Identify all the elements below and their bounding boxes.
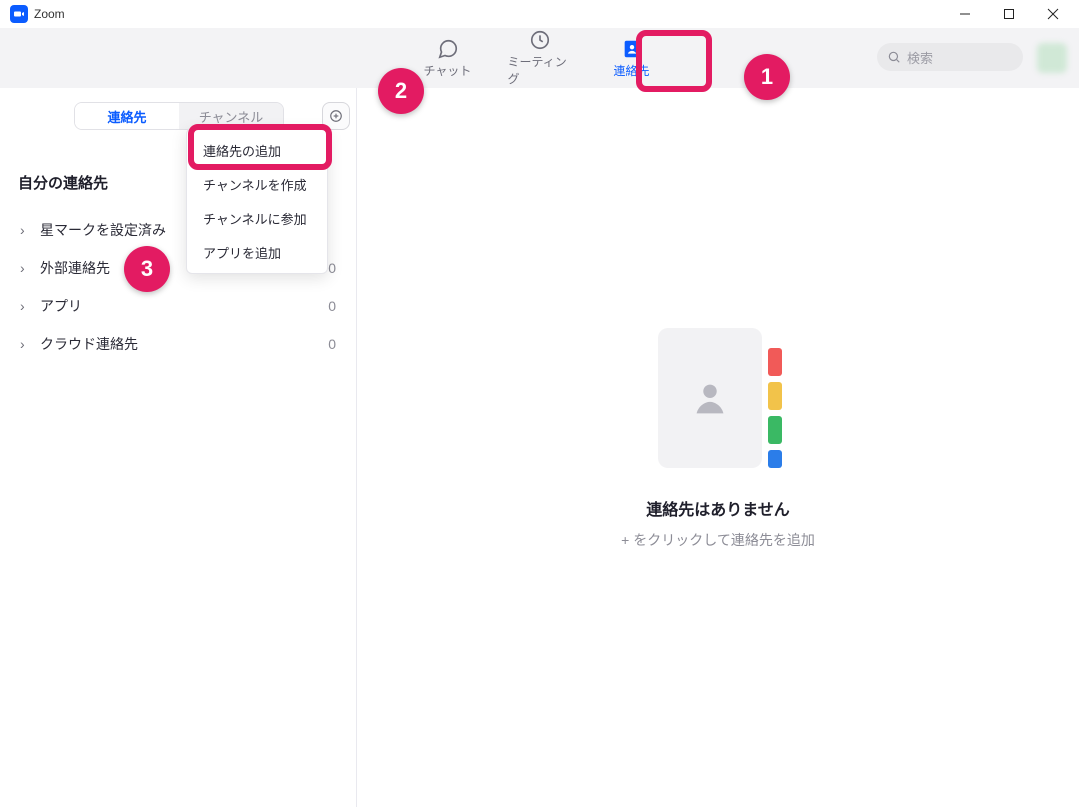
search-input[interactable]: 検索 bbox=[877, 43, 1023, 71]
nav-meetings-label: ミーティング bbox=[508, 53, 572, 87]
contacts-sidebar: 連絡先 チャンネル 連絡先の追加 チャンネルを作成 チャンネルに参加 アプリを追… bbox=[0, 88, 357, 807]
contacts-subtabs: 連絡先 チャンネル bbox=[74, 102, 284, 130]
profile-avatar[interactable] bbox=[1037, 43, 1067, 73]
subtab-channels[interactable]: チャンネル bbox=[179, 103, 283, 129]
search-icon bbox=[887, 50, 901, 64]
category-count: 0 bbox=[328, 260, 336, 276]
search-placeholder: 検索 bbox=[907, 48, 933, 67]
nav-contacts-label: 連絡先 bbox=[613, 62, 649, 79]
annotation-step-3: 3 bbox=[124, 246, 170, 292]
chevron-right-icon: › bbox=[20, 260, 28, 276]
nav-contacts[interactable]: 連絡先 bbox=[600, 38, 664, 79]
color-tab-green bbox=[768, 416, 782, 444]
zoom-app-icon bbox=[10, 5, 28, 23]
category-label: アプリ bbox=[40, 296, 328, 316]
menu-item-add-contact[interactable]: 連絡先の追加 bbox=[187, 133, 327, 167]
top-nav-bar: チャット ミーティング 連絡先 検索 bbox=[0, 28, 1079, 88]
color-tab-yellow bbox=[768, 382, 782, 410]
window-close-button[interactable] bbox=[1031, 0, 1075, 28]
menu-item-join-channel[interactable]: チャンネルに参加 bbox=[187, 201, 327, 235]
window-minimize-button[interactable] bbox=[943, 0, 987, 28]
nav-chat-label: チャット bbox=[424, 62, 472, 79]
plus-icon bbox=[329, 109, 343, 123]
add-dropdown-menu: 連絡先の追加 チャンネルを作成 チャンネルに参加 アプリを追加 bbox=[186, 128, 328, 274]
contact-card-icon bbox=[658, 328, 762, 468]
color-tab-blue bbox=[768, 450, 782, 468]
main-panel: 連絡先はありません + をクリックして連絡先を追加 bbox=[357, 88, 1079, 807]
annotation-step-2: 2 bbox=[378, 68, 424, 114]
category-count: 0 bbox=[328, 298, 336, 314]
title-bar: Zoom bbox=[0, 0, 1079, 28]
annotation-step-1: 1 bbox=[744, 54, 790, 100]
nav-meetings[interactable]: ミーティング bbox=[508, 29, 572, 87]
empty-state-illustration bbox=[658, 328, 778, 468]
window-title: Zoom bbox=[34, 7, 65, 21]
empty-state-title: 連絡先はありません bbox=[646, 496, 790, 520]
chevron-right-icon: › bbox=[20, 222, 28, 238]
menu-item-add-app[interactable]: アプリを追加 bbox=[187, 235, 327, 269]
category-cloud[interactable]: › クラウド連絡先 0 bbox=[0, 325, 356, 363]
category-count: 0 bbox=[328, 336, 336, 352]
add-menu-button[interactable] bbox=[322, 102, 350, 130]
subtab-contacts[interactable]: 連絡先 bbox=[75, 103, 179, 129]
chevron-right-icon: › bbox=[20, 298, 28, 314]
nav-chat[interactable]: チャット bbox=[416, 38, 480, 79]
category-apps[interactable]: › アプリ 0 bbox=[0, 287, 356, 325]
empty-state-subtitle: + をクリックして連絡先を追加 bbox=[621, 530, 815, 550]
category-label: クラウド連絡先 bbox=[40, 334, 328, 354]
menu-item-create-channel[interactable]: チャンネルを作成 bbox=[187, 167, 327, 201]
chevron-right-icon: › bbox=[20, 336, 28, 352]
empty-state: 連絡先はありません + をクリックして連絡先を追加 bbox=[621, 328, 815, 550]
color-tab-red bbox=[768, 348, 782, 376]
window-maximize-button[interactable] bbox=[987, 0, 1031, 28]
